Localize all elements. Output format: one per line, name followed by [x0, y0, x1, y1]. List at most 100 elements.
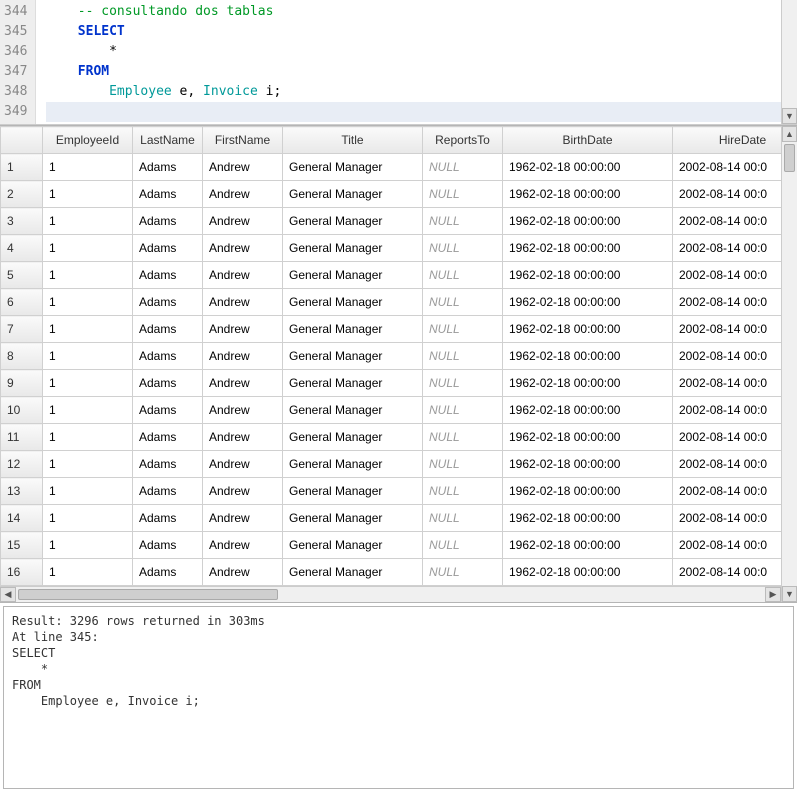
table-row[interactable]: 41AdamsAndrewGeneral ManagerNULL1962-02-… [1, 235, 782, 262]
table-row[interactable]: 161AdamsAndrewGeneral ManagerNULL1962-02… [1, 559, 782, 586]
scroll-right-arrow-icon[interactable]: ▶ [765, 587, 781, 602]
column-header[interactable]: Title [283, 127, 423, 154]
table-cell[interactable]: 2002-08-14 00:0 [673, 424, 782, 451]
table-cell[interactable]: NULL [423, 289, 503, 316]
horizontal-scroll-thumb[interactable] [18, 589, 278, 600]
table-cell[interactable]: NULL [423, 451, 503, 478]
table-cell[interactable]: Andrew [203, 343, 283, 370]
table-cell[interactable]: 1 [43, 262, 133, 289]
table-cell[interactable]: NULL [423, 316, 503, 343]
table-row[interactable]: 61AdamsAndrewGeneral ManagerNULL1962-02-… [1, 289, 782, 316]
table-cell[interactable]: 1 [43, 235, 133, 262]
table-cell[interactable]: General Manager [283, 235, 423, 262]
table-cell[interactable]: 2002-08-14 00:0 [673, 370, 782, 397]
table-cell[interactable]: NULL [423, 262, 503, 289]
table-cell[interactable]: NULL [423, 478, 503, 505]
table-cell[interactable]: 2002-08-14 00:0 [673, 343, 782, 370]
table-cell[interactable]: 2002-08-14 00:0 [673, 397, 782, 424]
table-row[interactable]: 31AdamsAndrewGeneral ManagerNULL1962-02-… [1, 208, 782, 235]
table-cell[interactable]: Andrew [203, 235, 283, 262]
table-cell[interactable]: General Manager [283, 316, 423, 343]
scroll-up-arrow-icon[interactable]: ▲ [782, 126, 797, 142]
table-row[interactable]: 121AdamsAndrewGeneral ManagerNULL1962-02… [1, 451, 782, 478]
table-cell[interactable]: General Manager [283, 154, 423, 181]
table-row[interactable]: 71AdamsAndrewGeneral ManagerNULL1962-02-… [1, 316, 782, 343]
table-cell[interactable]: Adams [133, 451, 203, 478]
table-cell[interactable]: Adams [133, 289, 203, 316]
table-cell[interactable]: 2002-08-14 00:0 [673, 289, 782, 316]
table-cell[interactable]: Andrew [203, 154, 283, 181]
scroll-left-arrow-icon[interactable]: ◀ [0, 587, 16, 602]
code-line[interactable]: SELECT [46, 22, 781, 42]
column-header[interactable]: ReportsTo [423, 127, 503, 154]
table-cell[interactable]: Adams [133, 343, 203, 370]
table-cell[interactable]: General Manager [283, 424, 423, 451]
table-cell[interactable]: 2002-08-14 00:0 [673, 181, 782, 208]
table-row[interactable]: 111AdamsAndrewGeneral ManagerNULL1962-02… [1, 424, 782, 451]
table-row[interactable]: 21AdamsAndrewGeneral ManagerNULL1962-02-… [1, 181, 782, 208]
column-header[interactable]: FirstName [203, 127, 283, 154]
table-cell[interactable]: NULL [423, 424, 503, 451]
table-cell[interactable]: General Manager [283, 559, 423, 586]
table-cell[interactable]: NULL [423, 505, 503, 532]
table-cell[interactable]: 1962-02-18 00:00:00 [503, 154, 673, 181]
table-cell[interactable]: NULL [423, 343, 503, 370]
table-cell[interactable]: Adams [133, 370, 203, 397]
editor-vertical-scrollbar[interactable]: ▼ [781, 0, 797, 124]
table-row[interactable]: 91AdamsAndrewGeneral ManagerNULL1962-02-… [1, 370, 782, 397]
table-cell[interactable]: Andrew [203, 451, 283, 478]
table-cell[interactable]: Andrew [203, 181, 283, 208]
results-vertical-scrollbar[interactable]: ▲ ▼ [781, 126, 797, 602]
table-cell[interactable]: General Manager [283, 181, 423, 208]
table-cell[interactable]: Andrew [203, 532, 283, 559]
table-cell[interactable]: Adams [133, 478, 203, 505]
table-cell[interactable]: Andrew [203, 316, 283, 343]
code-line[interactable]: -- consultando dos tablas [46, 2, 781, 22]
table-cell[interactable]: Andrew [203, 397, 283, 424]
table-cell[interactable]: 1962-02-18 00:00:00 [503, 478, 673, 505]
results-table[interactable]: EmployeeIdLastNameFirstNameTitleReportsT… [0, 126, 781, 586]
table-cell[interactable]: 2002-08-14 00:0 [673, 154, 782, 181]
table-cell[interactable]: 1962-02-18 00:00:00 [503, 262, 673, 289]
vertical-scroll-thumb[interactable] [784, 144, 795, 172]
table-cell[interactable]: NULL [423, 397, 503, 424]
table-cell[interactable]: 2002-08-14 00:0 [673, 505, 782, 532]
table-cell[interactable]: Andrew [203, 424, 283, 451]
table-cell[interactable]: 1962-02-18 00:00:00 [503, 559, 673, 586]
table-cell[interactable]: 1 [43, 343, 133, 370]
table-cell[interactable]: 2002-08-14 00:0 [673, 451, 782, 478]
table-cell[interactable]: 1962-02-18 00:00:00 [503, 424, 673, 451]
table-cell[interactable]: Andrew [203, 370, 283, 397]
table-cell[interactable]: 1962-02-18 00:00:00 [503, 181, 673, 208]
table-cell[interactable]: Andrew [203, 505, 283, 532]
table-cell[interactable]: 1 [43, 424, 133, 451]
table-cell[interactable]: 1962-02-18 00:00:00 [503, 289, 673, 316]
table-cell[interactable]: NULL [423, 235, 503, 262]
table-cell[interactable]: General Manager [283, 451, 423, 478]
table-cell[interactable]: 1 [43, 208, 133, 235]
table-cell[interactable]: NULL [423, 532, 503, 559]
table-cell[interactable]: 1 [43, 181, 133, 208]
table-row[interactable]: 81AdamsAndrewGeneral ManagerNULL1962-02-… [1, 343, 782, 370]
table-cell[interactable]: 2002-08-14 00:0 [673, 478, 782, 505]
table-cell[interactable]: Andrew [203, 289, 283, 316]
code-line[interactable]: * [46, 42, 781, 62]
table-row[interactable]: 51AdamsAndrewGeneral ManagerNULL1962-02-… [1, 262, 782, 289]
table-cell[interactable]: Andrew [203, 262, 283, 289]
table-cell[interactable]: 1 [43, 316, 133, 343]
table-cell[interactable]: 1 [43, 289, 133, 316]
table-cell[interactable]: 1962-02-18 00:00:00 [503, 370, 673, 397]
table-row[interactable]: 101AdamsAndrewGeneral ManagerNULL1962-02… [1, 397, 782, 424]
table-cell[interactable]: NULL [423, 181, 503, 208]
table-cell[interactable]: 1 [43, 532, 133, 559]
table-cell[interactable]: 1962-02-18 00:00:00 [503, 451, 673, 478]
table-cell[interactable]: General Manager [283, 505, 423, 532]
sql-code-area[interactable]: -- consultando dos tablas SELECT * FROM … [36, 0, 781, 124]
query-output-log[interactable]: Result: 3296 rows returned in 303ms At l… [3, 606, 794, 789]
table-cell[interactable]: General Manager [283, 532, 423, 559]
table-cell[interactable]: 2002-08-14 00:0 [673, 532, 782, 559]
table-cell[interactable]: General Manager [283, 208, 423, 235]
table-cell[interactable]: 1962-02-18 00:00:00 [503, 316, 673, 343]
table-cell[interactable]: 1962-02-18 00:00:00 [503, 235, 673, 262]
table-cell[interactable]: NULL [423, 370, 503, 397]
